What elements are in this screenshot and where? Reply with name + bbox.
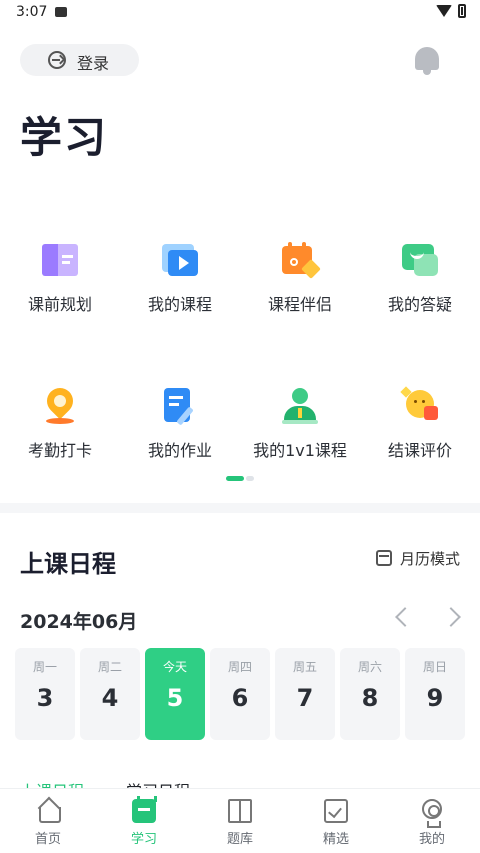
- day-weekday: 周日: [422, 660, 447, 674]
- nav-label: 精选: [322, 832, 349, 847]
- profile-icon: [422, 799, 442, 828]
- chevron-left-icon[interactable]: [395, 607, 415, 627]
- study-icon: [132, 796, 157, 823]
- feature-label: 我的答疑: [387, 295, 452, 314]
- day-date: 9: [426, 684, 444, 712]
- day-cell[interactable]: 周日 9: [405, 648, 465, 740]
- feature-item-1v1[interactable]: 我的1v1课程: [240, 371, 360, 481]
- bell-clapper: [423, 70, 431, 75]
- feature-label: 课程伴侣: [267, 295, 332, 314]
- feature-item-attendance[interactable]: 考勤打卡: [0, 371, 120, 481]
- feature-item-homework[interactable]: 我的作业: [120, 371, 240, 481]
- day-weekday: 周二: [97, 660, 122, 674]
- day-date: 6: [231, 684, 249, 712]
- nav-home[interactable]: 首页: [0, 789, 96, 853]
- page-dot: [246, 476, 254, 481]
- day-cell[interactable]: 周五 7: [275, 648, 335, 740]
- day-date: 5: [166, 684, 184, 712]
- feature-label: 我的1v1课程: [253, 441, 347, 460]
- video-icon: [162, 242, 198, 278]
- chat-icon: [402, 242, 438, 278]
- feature-label: 我的课程: [147, 295, 212, 314]
- nav-question-bank[interactable]: 题库: [192, 789, 288, 853]
- feature-label: 课前规划: [27, 295, 92, 314]
- page-title: 学习: [20, 113, 109, 162]
- feature-item-companion[interactable]: 课程伴侣: [240, 225, 360, 335]
- nav-label: 我的: [418, 832, 445, 847]
- calendar-icon: [376, 550, 392, 566]
- month-label: 2024年06月: [20, 611, 138, 633]
- checkbox-icon: [324, 799, 348, 823]
- bell-body: [415, 47, 439, 70]
- homework-icon: [162, 388, 198, 426]
- day-weekday: 周五: [292, 660, 317, 674]
- day-weekday: 周四: [227, 660, 252, 674]
- login-button[interactable]: 登录: [20, 44, 139, 76]
- day-weekday: 周一: [32, 660, 57, 674]
- page-dot-active: [226, 476, 244, 481]
- feature-label: 考勤打卡: [27, 441, 92, 460]
- feature-item-review[interactable]: 结课评价: [360, 371, 480, 481]
- home-icon: [36, 799, 61, 823]
- status-bar: 3:07: [0, 0, 480, 26]
- day-weekday: 今天: [162, 660, 187, 674]
- page-indicator: [226, 476, 254, 481]
- week-strip: 周一 3 周二 4 今天 5 周四 6 周五 7 周六 8 周日 9: [15, 648, 470, 740]
- day-cell[interactable]: 周一 3: [15, 648, 75, 740]
- nav-featured[interactable]: 精选: [288, 789, 384, 853]
- calendar-mode-button[interactable]: 月历模式: [376, 548, 460, 568]
- calendar-mode-label: 月历模式: [400, 549, 461, 568]
- battery-icon: [458, 4, 466, 18]
- book-open-icon: [228, 799, 252, 823]
- location-pin-icon: [41, 382, 79, 424]
- status-time: 3:07: [16, 4, 48, 20]
- day-cell[interactable]: 周六 8: [340, 648, 400, 740]
- feature-item-courses[interactable]: 我的课程: [120, 225, 240, 335]
- feature-item-plan[interactable]: 课前规划: [0, 225, 120, 335]
- day-cell[interactable]: 周二 4: [80, 648, 140, 740]
- day-weekday: 周六: [357, 660, 382, 674]
- day-date: 3: [36, 684, 54, 712]
- day-date: 7: [296, 684, 314, 712]
- login-label: 登录: [77, 54, 110, 73]
- teacher-icon: [282, 388, 318, 424]
- nav-study[interactable]: 学习: [96, 789, 192, 853]
- day-cell-today[interactable]: 今天 5: [145, 648, 205, 740]
- feature-item-qa[interactable]: 我的答疑: [360, 225, 480, 335]
- feature-label: 结课评价: [387, 441, 452, 460]
- chevron-right-icon[interactable]: [441, 607, 461, 627]
- schedule-title: 上课日程: [20, 550, 116, 578]
- day-date: 4: [101, 684, 119, 712]
- nav-label: 学习: [130, 832, 157, 847]
- day-cell[interactable]: 周四 6: [210, 648, 270, 740]
- wifi-icon: [436, 5, 452, 17]
- nav-profile[interactable]: 我的: [384, 789, 480, 853]
- feature-label: 我的作业: [147, 441, 212, 460]
- bottom-nav: 首页 学习 题库 精选 我的: [0, 788, 480, 853]
- calendar-star-icon: [282, 242, 321, 279]
- day-date: 8: [361, 684, 379, 712]
- nav-label: 题库: [226, 832, 253, 847]
- bell-icon[interactable]: [412, 44, 442, 76]
- rating-icon: [400, 386, 438, 424]
- book-icon: [42, 242, 78, 278]
- nav-label: 首页: [34, 832, 61, 847]
- image-icon: [55, 7, 67, 17]
- section-divider: [0, 503, 480, 513]
- login-icon: [48, 51, 66, 69]
